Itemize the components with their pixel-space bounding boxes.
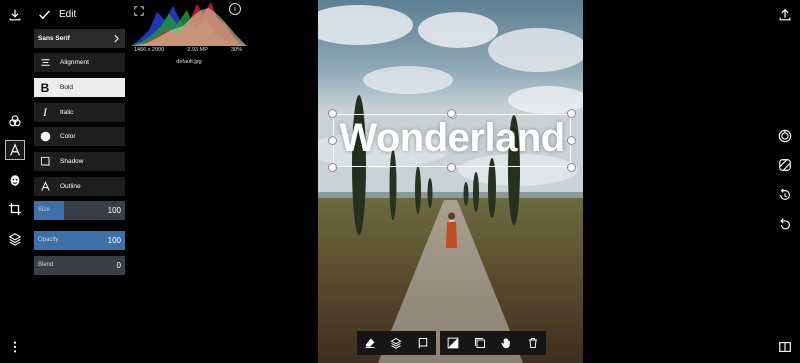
duplicate-icon[interactable] bbox=[469, 332, 491, 354]
left-tool-rail bbox=[0, 0, 30, 363]
option-outline[interactable]: Outline bbox=[34, 177, 125, 196]
option-color[interactable]: Color bbox=[34, 127, 125, 146]
italic-icon: I bbox=[43, 105, 47, 119]
resize-handle-sw[interactable] bbox=[328, 163, 337, 172]
option-label: Alignment bbox=[60, 59, 89, 66]
compare-icon[interactable] bbox=[775, 337, 795, 357]
edit-title: Edit bbox=[59, 8, 77, 20]
font-family-value: Sans Serif bbox=[38, 35, 70, 42]
download-icon[interactable] bbox=[5, 5, 25, 25]
right-tool-rail bbox=[770, 0, 800, 363]
slider-label: Blend bbox=[38, 262, 54, 268]
slider-label: Size bbox=[38, 207, 50, 213]
align-icon bbox=[39, 57, 51, 69]
image-megapixels: 2.93 MP bbox=[187, 47, 208, 53]
edit-header[interactable]: Edit bbox=[38, 4, 76, 24]
resize-handle-e[interactable] bbox=[567, 136, 576, 145]
text-edit-panel: Edit Sans Serif Alignment B Bold I Itali… bbox=[30, 0, 130, 363]
option-italic[interactable]: I Italic bbox=[34, 103, 125, 122]
chevron-right-icon bbox=[114, 34, 119, 43]
option-label: Shadow bbox=[60, 158, 84, 165]
resize-handle-se[interactable] bbox=[567, 163, 576, 172]
resize-handle-nw[interactable] bbox=[328, 109, 337, 118]
crop-icon[interactable] bbox=[5, 199, 25, 219]
eraser-icon[interactable] bbox=[359, 332, 381, 354]
blend-slider[interactable]: Blend 0 bbox=[34, 256, 125, 275]
option-label: Bold bbox=[60, 84, 74, 91]
opacity-slider[interactable]: Opacity 100 bbox=[34, 231, 125, 250]
layers-icon[interactable] bbox=[385, 332, 407, 354]
info-icon[interactable]: i bbox=[229, 3, 241, 15]
hand-icon[interactable] bbox=[495, 332, 517, 354]
image-filename: default.jpg bbox=[176, 59, 202, 65]
resize-handle-n[interactable] bbox=[447, 109, 456, 118]
undo-icon[interactable] bbox=[775, 214, 795, 234]
slider-value: 100 bbox=[107, 236, 121, 245]
object-toolbar bbox=[440, 331, 546, 355]
flag-icon[interactable] bbox=[412, 332, 434, 354]
upload-icon[interactable] bbox=[775, 5, 795, 25]
slider-value: 100 bbox=[107, 206, 121, 215]
option-label: Italic bbox=[60, 109, 74, 116]
text-layer-content[interactable]: Wonderland bbox=[333, 116, 571, 161]
slider-value: 0 bbox=[116, 261, 121, 270]
image-meta: 1466 x 2000 2.93 MP 30% bbox=[134, 47, 242, 53]
resize-handle-s[interactable] bbox=[447, 163, 456, 172]
image-dimensions: 1466 x 2000 bbox=[134, 47, 165, 53]
shadow-icon bbox=[39, 156, 51, 168]
face-icon[interactable] bbox=[5, 170, 25, 190]
trash-icon[interactable] bbox=[522, 332, 544, 354]
target-icon[interactable] bbox=[775, 126, 795, 146]
bold-icon: B bbox=[40, 80, 50, 95]
layer-toolbar bbox=[357, 331, 436, 355]
adjust-icon[interactable] bbox=[442, 332, 464, 354]
mask-icon[interactable] bbox=[775, 155, 795, 175]
check-icon bbox=[39, 9, 50, 19]
resize-handle-w[interactable] bbox=[328, 136, 337, 145]
resize-handle-ne[interactable] bbox=[567, 109, 576, 118]
more-icon[interactable] bbox=[5, 337, 25, 357]
size-slider[interactable]: Size 100 bbox=[34, 201, 125, 220]
outline-icon bbox=[39, 181, 51, 193]
color-swatch-icon bbox=[39, 131, 51, 143]
history-icon[interactable] bbox=[775, 185, 795, 205]
option-bold[interactable]: B Bold bbox=[34, 78, 125, 97]
option-label: Color bbox=[60, 133, 76, 140]
text-layer[interactable]: Wonderland bbox=[328, 109, 576, 172]
filters-icon[interactable] bbox=[5, 111, 25, 131]
option-label: Outline bbox=[60, 183, 81, 190]
expand-icon[interactable] bbox=[134, 3, 144, 16]
layers-icon[interactable] bbox=[5, 229, 25, 249]
text-icon[interactable] bbox=[5, 140, 25, 160]
font-family-select[interactable]: Sans Serif bbox=[34, 29, 125, 48]
photo-canvas[interactable] bbox=[318, 0, 583, 363]
slider-label: Opacity bbox=[38, 237, 59, 243]
option-shadow[interactable]: Shadow bbox=[34, 152, 125, 171]
zoom-level: 30% bbox=[230, 47, 242, 53]
option-alignment[interactable]: Alignment bbox=[34, 53, 125, 72]
